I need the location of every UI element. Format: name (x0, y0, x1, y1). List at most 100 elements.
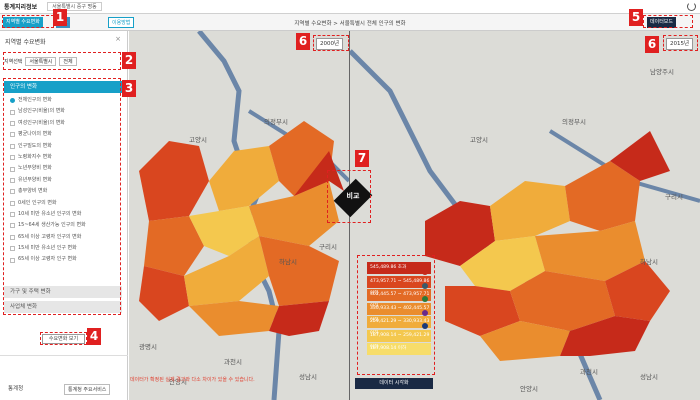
indicator-item[interactable]: 65세 이상 고령자 인구의 변화 (4, 232, 122, 243)
choropleth-right (425, 131, 670, 361)
color-option-icon[interactable] (422, 309, 428, 316)
indicator-item[interactable]: 65세 이상 고령자 인구 변화 (4, 254, 122, 265)
radio-icon (10, 257, 15, 263)
radio-icon (10, 155, 15, 161)
radio-icon (10, 223, 15, 229)
category-household[interactable]: 가구 및 주택 변화 (4, 286, 122, 298)
legend-color-options (419, 266, 433, 337)
indicator-label: 총부양비 변화 (18, 188, 48, 195)
indicator-item[interactable]: 유년부양비 변화 (4, 175, 122, 186)
map-label: 과천시 (224, 358, 242, 366)
map-label: 광명시 (139, 343, 157, 351)
indicator-label: 10세 미만 유소년 인구의 변화 (18, 210, 82, 217)
data-visualize-button[interactable]: 데이터 시각화 (355, 378, 433, 389)
indicator-item[interactable]: 남성인구(비율)의 변화 (4, 106, 122, 117)
radio-icon (10, 166, 15, 172)
indicator-item[interactable]: 평균나이의 변화 (4, 129, 122, 140)
callout-badge-4: 4 (87, 328, 101, 345)
toolbar: 지역별 수요변화 ▽도 이용방법 지역별 수요변화 > 서울특별시 전체 인구의… (0, 14, 700, 31)
indicator-item[interactable]: 15세 미만 유소년 인구 변화 (4, 243, 122, 254)
color-option-icon[interactable] (422, 282, 428, 289)
radio-icon (10, 189, 15, 195)
radio-icon (10, 246, 15, 252)
region-district-select[interactable]: 전체 (59, 56, 77, 66)
indicator-item[interactable]: 노령화지수 변화 (4, 152, 122, 163)
indicator-label: 노령화지수 변화 (18, 153, 52, 160)
category-business[interactable]: 사업체 변화 (4, 301, 122, 313)
indicator-label: 65세 이상 고령자 인구의 변화 (18, 233, 82, 240)
indicator-label: 0세인 인구의 변화 (18, 199, 57, 206)
legend-row: 187,908.14 이하 (367, 343, 431, 355)
map-label: 의정부시 (562, 118, 586, 126)
indicator-item[interactable]: 여성인구(비율)의 변화 (4, 118, 122, 129)
compare-label: 비교 (346, 192, 360, 200)
indicator-item[interactable]: 노년부양비 변화 (4, 163, 122, 174)
top-bar: 통계지리정보 서울특별시 중구 명동 (0, 0, 700, 14)
region-city-select[interactable]: 서울특별시 (25, 56, 57, 66)
map-label: 남양주시 (650, 68, 674, 76)
radio-icon (10, 143, 15, 149)
indicator-item[interactable]: 전체인구의 변화 (4, 95, 122, 106)
indicator-item[interactable]: 10세 미만 유소년 인구의 변화 (4, 209, 122, 220)
indicator-label: 인구밀도의 변화 (18, 142, 52, 149)
map-label: 안양시 (520, 385, 538, 393)
callout-badge-6-right: 6 (645, 36, 659, 53)
choropleth-left (139, 121, 344, 336)
region-change-button[interactable]: 지역별 수요변화 (3, 17, 43, 28)
radio-icon (10, 212, 15, 218)
refresh-icon[interactable] (687, 2, 696, 11)
indicator-list: 전체인구의 변화남성인구(비율)의 변화여성인구(비율)의 변화평균나이의 변화… (4, 95, 122, 266)
year-select-left[interactable]: 2000년 (316, 38, 344, 50)
indicator-label: 남성인구(비율)의 변화 (18, 108, 65, 115)
map-label: 의정부시 (264, 118, 288, 126)
footer-org[interactable]: 통계청 (8, 384, 23, 392)
map-label: 하남시 (279, 258, 297, 266)
color-option-icon[interactable] (422, 296, 428, 302)
radio-icon (10, 109, 15, 115)
map-left[interactable]: 의정부시 고양시 구리시 하남시 과천시 안양시 성남시 광명시 (129, 31, 349, 400)
radio-icon (10, 234, 15, 240)
indicator-item[interactable]: 총부양비 변화 (4, 186, 122, 197)
map-label: 성남시 (640, 373, 658, 381)
color-option-icon[interactable] (422, 323, 428, 329)
sidebar-footer: 통계청 통계청 주요서비스 (0, 355, 128, 400)
callout-badge-3: 3 (122, 80, 136, 97)
region-selector: 지역선택 서울특별시 전체 (4, 55, 122, 67)
data-board-button[interactable]: 데이터보드 (647, 17, 677, 28)
indicator-label: 유년부양비 변화 (18, 176, 52, 183)
radio-icon (10, 177, 15, 183)
close-icon[interactable]: × (115, 35, 121, 43)
map-label: 구리시 (319, 243, 337, 251)
callout-badge-6-left: 6 (296, 33, 310, 50)
how-to-use-button[interactable]: 이용방법 (108, 17, 135, 28)
callout-badge-7: 7 (355, 150, 369, 167)
map-label: 고양시 (470, 136, 488, 144)
data-note: 데이터가 확정된 실제 결과와 다소 차이가 있을 수 있습니다. (130, 377, 255, 383)
category-population[interactable]: 인구의 변화 (4, 81, 122, 93)
map-label: 하남시 (640, 258, 658, 266)
indicator-item[interactable]: 0세인 인구의 변화 (4, 198, 122, 209)
indicator-label: 65세 이상 고령자 인구 변화 (18, 256, 77, 263)
app-logo[interactable]: 통계지리정보 (4, 2, 37, 11)
indicator-label: 전체인구의 변화 (18, 97, 52, 103)
region-label: 지역선택 (4, 58, 23, 65)
map-label: 구리시 (665, 193, 683, 201)
sidebar-title: 지역별 수요변화 (5, 39, 46, 46)
view-change-button[interactable]: 수요변화 보기 (42, 334, 85, 344)
radio-icon (10, 120, 15, 126)
map-title: 지역별 수요변화 > 서울특별시 전체 인구의 변화 (294, 21, 406, 27)
indicator-item[interactable]: 15~64세 생산가능 인구의 변화 (4, 220, 122, 231)
map-label: 성남시 (299, 373, 317, 381)
indicator-label: 평균나이의 변화 (18, 131, 52, 138)
footer-link[interactable]: 통계청 주요서비스 (64, 384, 111, 395)
year-select-right[interactable]: 2015년 (666, 38, 694, 50)
color-option-icon[interactable] (422, 269, 428, 275)
callout-badge-1: 1 (53, 9, 67, 26)
checked-icon (10, 98, 15, 104)
radio-icon (10, 200, 15, 206)
map-left-canvas (139, 31, 349, 400)
indicator-item[interactable]: 인구밀도의 변화 (4, 141, 122, 152)
map-label: 과천시 (580, 368, 598, 376)
indicator-label: 노년부양비 변화 (18, 165, 52, 172)
indicator-label: 15세 미만 유소년 인구 변화 (18, 245, 77, 252)
